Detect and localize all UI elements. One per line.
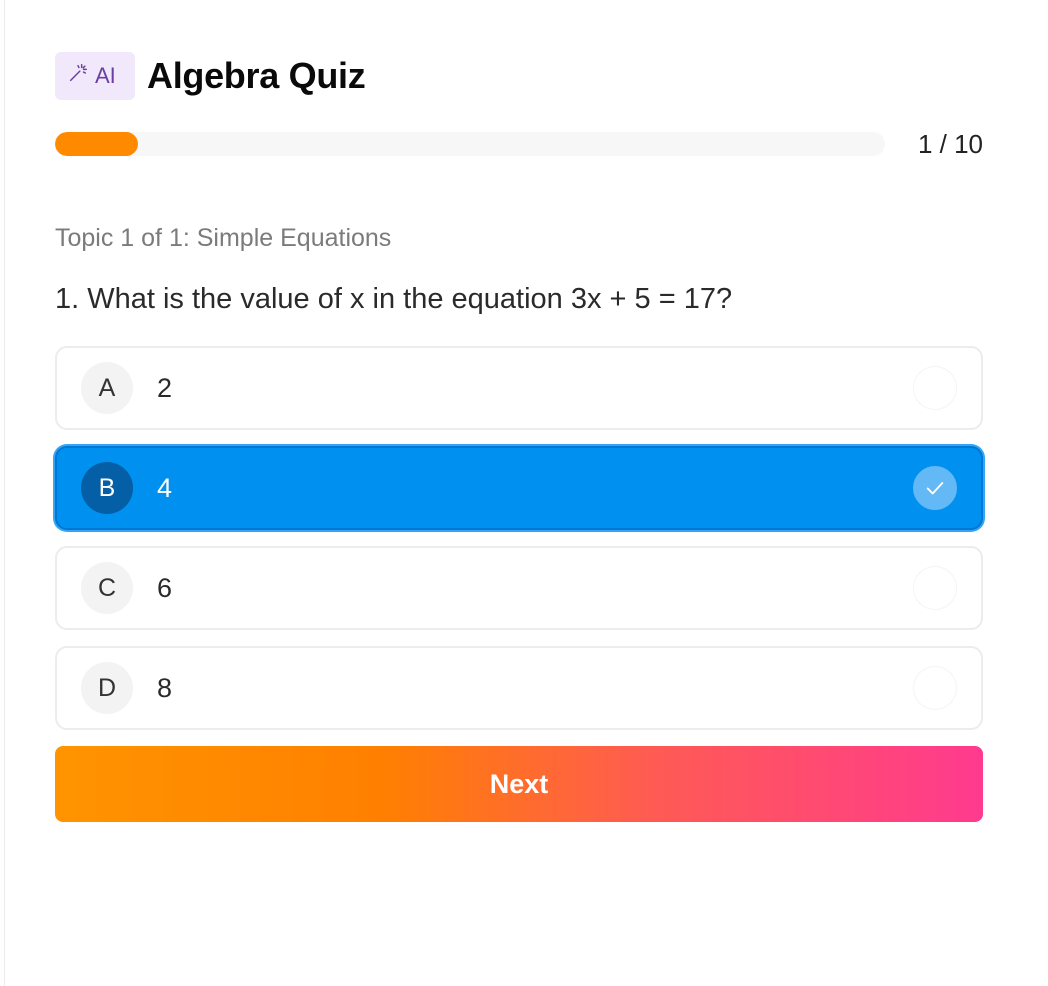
option-text: 8 xyxy=(157,672,173,703)
answer-options: A 2 B 4 C 6 D 8 xyxy=(55,346,983,730)
checkmark-icon[interactable] xyxy=(913,466,957,510)
page-title: Algebra Quiz xyxy=(147,55,366,96)
topic-label: Topic 1 of 1: Simple Equations xyxy=(55,224,392,252)
option-text: 4 xyxy=(157,472,173,503)
question-text: 1. What is the value of x in the equatio… xyxy=(55,283,733,315)
option-c[interactable]: C 6 xyxy=(55,546,983,630)
option-d[interactable]: D 8 xyxy=(55,646,983,730)
radio-circle-icon[interactable] xyxy=(913,666,957,710)
radio-circle-icon[interactable] xyxy=(913,366,957,410)
option-letter: C xyxy=(81,562,133,614)
option-text: 2 xyxy=(157,372,173,403)
option-letter: B xyxy=(81,462,133,514)
option-letter: D xyxy=(81,662,133,714)
ai-badge-label: AI xyxy=(95,63,116,88)
quiz-page: AI Algebra Quiz 1 / 10 Topic 1 of 1: Sim… xyxy=(4,0,1048,986)
option-text: 6 xyxy=(157,572,173,603)
progress-fill xyxy=(55,132,138,156)
ai-badge: AI xyxy=(55,52,135,100)
progress-bar xyxy=(55,132,885,156)
option-letter: A xyxy=(81,362,133,414)
next-button[interactable]: Next xyxy=(55,746,983,822)
magic-wand-icon xyxy=(67,62,89,90)
quiz-header: AI Algebra Quiz xyxy=(55,52,983,100)
quiz-card: AI Algebra Quiz 1 / 10 Topic 1 of 1: Sim… xyxy=(55,52,983,822)
option-a[interactable]: A 2 xyxy=(55,346,983,430)
progress-count: 1 / 10 xyxy=(917,128,983,159)
option-b[interactable]: B 4 xyxy=(55,446,983,530)
progress-row: 1 / 10 xyxy=(55,129,983,159)
radio-circle-icon[interactable] xyxy=(913,566,957,610)
